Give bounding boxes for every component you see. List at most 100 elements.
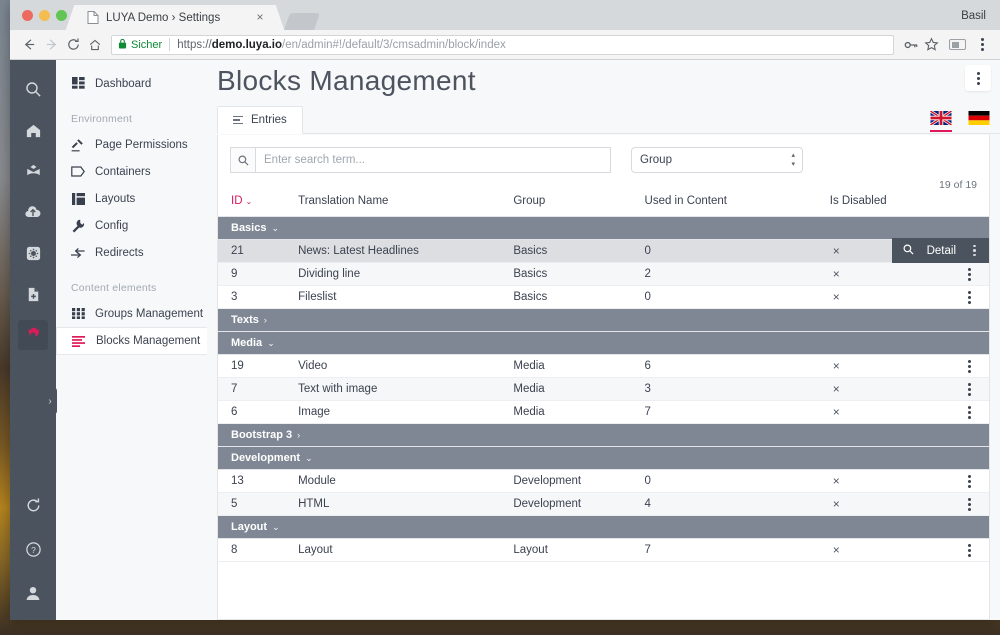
table-row[interactable]: 13 Module Development 0 × <box>218 469 989 493</box>
widget-icon[interactable] <box>18 238 48 268</box>
cell-actions <box>949 400 989 424</box>
table-row[interactable]: 21 News: Latest Headlines Basics 0 × Detail <box>218 238 989 263</box>
detail-button[interactable]: Detail <box>891 238 989 263</box>
redirect-icon <box>71 246 85 260</box>
library-icon[interactable] <box>18 156 48 186</box>
column-header-group[interactable]: Group <box>513 191 645 217</box>
cell-translation-name: Fileslist <box>298 285 514 309</box>
cell-translation-name: Image <box>298 400 514 424</box>
sidebar-section-content-elements: Content elements <box>71 282 157 294</box>
profile-name[interactable]: Basil <box>961 10 986 22</box>
cell-translation-name: Dividing line <box>298 262 514 286</box>
language-de[interactable] <box>968 111 990 132</box>
blocks-icon <box>72 334 86 348</box>
columns-icon <box>71 192 85 206</box>
cloud-upload-icon[interactable] <box>18 197 48 227</box>
reload-icon[interactable] <box>62 34 84 56</box>
kebab-menu-icon[interactable] <box>967 405 971 419</box>
key-icon[interactable] <box>901 35 921 55</box>
sidebar-item-containers[interactable]: Containers <box>56 158 207 185</box>
grid-icon <box>71 307 85 321</box>
kebab-menu-icon[interactable] <box>967 267 971 281</box>
cell-used-in-content: 0 <box>644 239 830 263</box>
account-icon[interactable] <box>18 578 48 608</box>
table-group-header[interactable]: Development ⌄ <box>218 446 989 470</box>
sidebar-item-redirects[interactable]: Redirects <box>56 239 207 266</box>
sidebar-item-blocks-management[interactable]: Blocks Management <box>56 327 207 355</box>
cell-id: 21 <box>218 239 299 263</box>
refresh-icon[interactable] <box>18 490 48 520</box>
new-tab-button[interactable] <box>284 13 320 30</box>
tab-entries[interactable]: Entries <box>217 106 303 134</box>
cell-is-disabled: × <box>829 262 950 286</box>
table-group-header[interactable]: Layout ⌄ <box>218 515 989 539</box>
language-en[interactable] <box>930 111 952 132</box>
kebab-menu-icon[interactable] <box>967 290 971 304</box>
cell-translation-name: Layout <box>298 538 514 562</box>
result-count: 19 of 19 <box>939 179 977 191</box>
table-row[interactable]: 9 Dividing line Basics 2 × <box>218 262 989 286</box>
close-icon[interactable]: × <box>253 10 267 25</box>
kebab-menu-icon[interactable] <box>969 245 980 256</box>
column-header-id[interactable]: ID ⌄ <box>218 191 299 217</box>
help-icon[interactable]: ? <box>18 534 48 564</box>
cell-id: 13 <box>218 469 299 493</box>
kebab-menu-icon[interactable] <box>967 359 971 373</box>
icon-rail: ? <box>10 60 56 620</box>
arrow-right-icon <box>40 34 62 56</box>
table-group-header[interactable]: Basics ⌄ <box>218 216 989 240</box>
table-row[interactable]: 3 Fileslist Basics 0 × <box>218 285 989 309</box>
chevron-down-icon: ⌄ <box>271 223 280 233</box>
table-row[interactable]: 6 Image Media 7 × <box>218 400 989 424</box>
app-viewport: ? › Dashboard Environment Page Permissio… <box>10 60 1000 620</box>
minimize-window-button[interactable] <box>39 10 50 21</box>
table-row[interactable]: 19 Video Media 6 × <box>218 354 989 378</box>
gear-icon[interactable] <box>18 320 48 350</box>
sidebar-item-label: Blocks Management <box>96 335 201 347</box>
close-window-button[interactable] <box>22 10 33 21</box>
table-row[interactable]: 5 HTML Development 4 × <box>218 492 989 516</box>
sidebar-collapse-handle[interactable]: › <box>43 387 57 415</box>
search-button[interactable] <box>230 147 256 173</box>
arrow-left-icon[interactable] <box>18 34 40 56</box>
search-icon[interactable] <box>18 74 48 104</box>
sidebar-item-layouts[interactable]: Layouts <box>56 185 207 212</box>
divider <box>169 38 171 51</box>
sidebar-item-page-permissions[interactable]: Page Permissions <box>56 131 207 158</box>
page-options-menu[interactable] <box>965 65 991 91</box>
table-group-header[interactable]: Media ⌄ <box>218 331 989 355</box>
cell-used-in-content: 6 <box>644 354 830 378</box>
browser-tab[interactable]: LUYA Demo › Settings × <box>77 5 273 30</box>
kebab-menu-icon[interactable] <box>972 35 992 55</box>
table-group-label: Layout <box>231 521 268 533</box>
rail-bottom-group: ? <box>18 490 48 620</box>
group-filter-select[interactable]: Group ▴ ▾ <box>631 147 803 173</box>
kebab-menu-icon[interactable] <box>967 474 971 488</box>
cell-group: Basics <box>513 262 645 286</box>
extension-icon[interactable] <box>949 39 966 50</box>
kebab-menu-icon[interactable] <box>967 497 971 511</box>
table-group-header[interactable]: Bootstrap 3 › <box>218 423 989 447</box>
blocks-table: ID ⌄ Translation Name Group Used in Conte… <box>218 191 989 562</box>
url-path: /en/admin#!/default/3/cmsadmin/block/ind… <box>282 38 506 51</box>
table-row[interactable]: 8 Layout Layout 7 × <box>218 538 989 562</box>
column-header-used-in-content[interactable]: Used in Content <box>644 191 830 217</box>
table-group-header[interactable]: Texts › <box>218 308 989 332</box>
search-input[interactable] <box>256 147 611 173</box>
table-row[interactable]: 7 Text with image Media 3 × <box>218 377 989 401</box>
kebab-menu-icon[interactable] <box>967 382 971 396</box>
cell-id: 19 <box>218 354 299 378</box>
column-header-is-disabled[interactable]: Is Disabled <box>829 191 950 217</box>
star-icon[interactable] <box>921 35 941 55</box>
column-header-translation-name[interactable]: Translation Name <box>298 191 514 217</box>
sidebar-item-groups-management[interactable]: Groups Management <box>56 300 207 327</box>
file-add-icon[interactable] <box>18 279 48 309</box>
address-bar[interactable]: Sicher https://demo.luya.io/en/admin#!/d… <box>111 34 894 55</box>
stepper-arrows-icon: ▴ ▾ <box>791 152 795 168</box>
maximize-window-button[interactable] <box>56 10 67 21</box>
home-icon[interactable] <box>84 34 106 56</box>
sidebar-item-dashboard[interactable]: Dashboard <box>56 70 207 97</box>
kebab-menu-icon[interactable] <box>967 543 971 557</box>
home-icon[interactable] <box>18 115 48 145</box>
sidebar-item-config[interactable]: Config <box>56 212 207 239</box>
